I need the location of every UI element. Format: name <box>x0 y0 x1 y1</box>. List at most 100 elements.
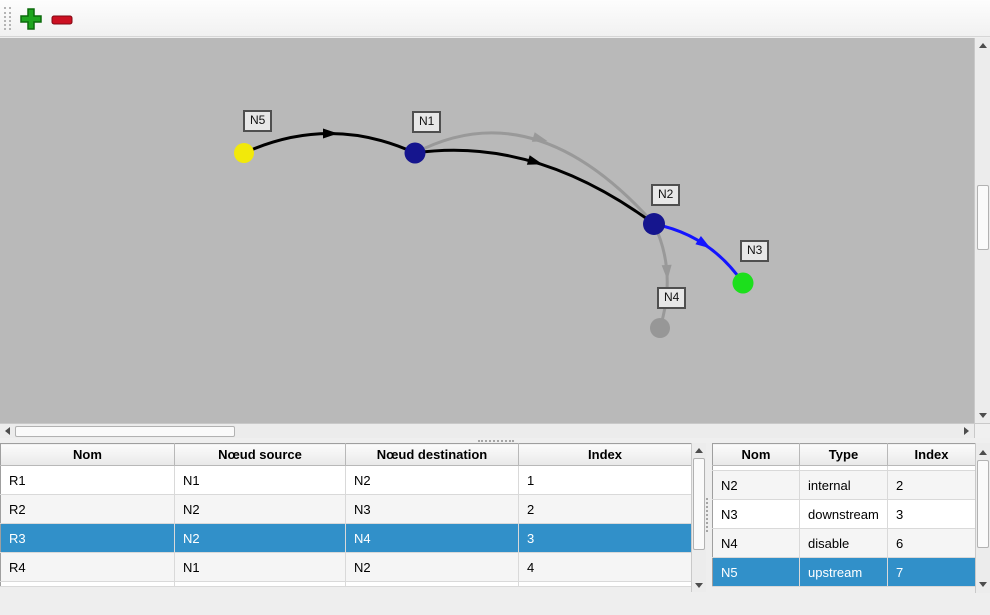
cell-type[interactable]: downstream <box>800 500 888 529</box>
table-row[interactable]: N2 internal 2 <box>713 471 976 500</box>
edges-table-header-row: Nom Nœud source Nœud destination Index <box>1 444 692 466</box>
cell-index[interactable]: 2 <box>888 471 976 500</box>
edge-n2-n4[interactable] <box>654 224 667 328</box>
nodes-table: Nom Type Index N2 internal 2 N3 downstre… <box>712 443 976 587</box>
vertical-scroll-thumb[interactable] <box>977 460 989 548</box>
cell-index[interactable]: 6 <box>888 529 976 558</box>
cell-destination[interactable]: N2 <box>346 466 519 495</box>
cell-index[interactable]: 2 <box>519 495 692 524</box>
column-header-destination[interactable]: Nœud destination <box>346 444 519 466</box>
edge-n1-n2-gray[interactable] <box>415 133 654 224</box>
cell-index[interactable]: 3 <box>888 500 976 529</box>
cell-nom[interactable]: N2 <box>713 471 800 500</box>
cell-type[interactable]: upstream <box>800 558 888 587</box>
cell-source[interactable]: N1 <box>175 466 346 495</box>
cell-nom[interactable]: R2 <box>1 495 175 524</box>
vertical-splitter-handle-icon[interactable] <box>706 498 708 532</box>
cell-source[interactable]: N1 <box>175 553 346 582</box>
column-header-source[interactable]: Nœud source <box>175 444 346 466</box>
triangle-right-icon <box>964 427 969 435</box>
graph-canvas[interactable]: N5 N1 N2 N3 N4 <box>0 38 974 423</box>
table-row-selected[interactable]: R3 N2 N4 3 <box>1 524 692 553</box>
column-header-index[interactable]: Index <box>888 444 976 466</box>
scrollbar-corner <box>974 423 990 438</box>
cell-nom[interactable]: N4 <box>713 529 800 558</box>
nodes-table-scrollbar[interactable] <box>975 443 990 593</box>
triangle-up-icon <box>695 448 703 453</box>
graph-svg <box>0 38 974 423</box>
node-label-n5[interactable]: N5 <box>243 110 272 132</box>
arrowhead-n2-n4-icon <box>662 265 673 281</box>
cell-index[interactable]: 7 <box>888 558 976 587</box>
scroll-up-button[interactable] <box>976 445 990 459</box>
cell-nom[interactable]: R4 <box>1 553 175 582</box>
canvas-vertical-scrollbar[interactable] <box>974 38 990 423</box>
table-row-selected[interactable]: N5 upstream 7 <box>713 558 976 587</box>
cell-nom[interactable]: R3 <box>1 524 175 553</box>
app-window: { "toolbar": { "buttons": [ { "name": "a… <box>0 0 990 615</box>
empty-row <box>1 582 692 587</box>
nodes-table-header-row: Nom Type Index <box>713 444 976 466</box>
edge-n5-n1[interactable] <box>244 134 415 154</box>
triangle-up-icon <box>979 450 987 455</box>
cell-destination[interactable]: N4 <box>346 524 519 553</box>
table-row[interactable]: N4 disable 6 <box>713 529 976 558</box>
column-header-index[interactable]: Index <box>519 444 692 466</box>
cell-nom[interactable]: N5 <box>713 558 800 587</box>
node-n1[interactable] <box>405 143 426 164</box>
triangle-down-icon <box>979 413 987 418</box>
node-n2[interactable] <box>643 213 665 235</box>
table-row[interactable]: N3 downstream 3 <box>713 500 976 529</box>
node-label-n3[interactable]: N3 <box>740 240 769 262</box>
remove-button[interactable] <box>48 5 75 32</box>
cell-destination[interactable]: N3 <box>346 495 519 524</box>
triangle-left-icon <box>5 427 10 435</box>
column-header-nom[interactable]: Nom <box>713 444 800 466</box>
plus-icon <box>18 6 44 32</box>
cell-nom[interactable]: R1 <box>1 466 175 495</box>
arrowhead-n5-n1-icon <box>323 129 338 139</box>
triangle-up-icon <box>979 43 987 48</box>
node-label-n2[interactable]: N2 <box>651 184 680 206</box>
triangle-down-icon <box>979 582 987 587</box>
arrowhead-n1-n2-black-icon <box>527 155 544 169</box>
table-row[interactable]: R2 N2 N3 2 <box>1 495 692 524</box>
cell-type[interactable]: internal <box>800 471 888 500</box>
scroll-down-button[interactable] <box>975 408 990 423</box>
minus-icon <box>49 6 75 32</box>
cell-nom[interactable]: N3 <box>713 500 800 529</box>
splitter-handle-icon <box>478 440 514 442</box>
cell-type[interactable]: disable <box>800 529 888 558</box>
cell-index[interactable]: 3 <box>519 524 692 553</box>
table-row[interactable]: R1 N1 N2 1 <box>1 466 692 495</box>
cell-destination[interactable]: N2 <box>346 553 519 582</box>
scroll-down-button[interactable] <box>692 578 706 592</box>
canvas-horizontal-scrollbar[interactable] <box>0 423 974 438</box>
node-n5[interactable] <box>234 143 254 163</box>
cell-index[interactable]: 1 <box>519 466 692 495</box>
triangle-down-icon <box>695 583 703 588</box>
column-header-type[interactable]: Type <box>800 444 888 466</box>
scroll-left-button[interactable] <box>0 424 15 438</box>
node-n4[interactable] <box>650 318 670 338</box>
toolbar-drag-handle[interactable] <box>4 7 11 30</box>
add-button[interactable] <box>17 5 44 32</box>
node-label-n1[interactable]: N1 <box>412 111 441 133</box>
cell-source[interactable]: N2 <box>175 495 346 524</box>
scroll-up-button[interactable] <box>975 38 990 53</box>
table-row[interactable]: R4 N1 N2 4 <box>1 553 692 582</box>
bottom-panel: Nom Nœud source Nœud destination Index R… <box>0 443 990 615</box>
column-header-nom[interactable]: Nom <box>1 444 175 466</box>
node-n3[interactable] <box>733 273 754 294</box>
toolbar <box>0 0 990 37</box>
vertical-scroll-thumb[interactable] <box>977 185 989 250</box>
cell-index[interactable]: 4 <box>519 553 692 582</box>
cell-source[interactable]: N2 <box>175 524 346 553</box>
edges-table-scrollbar[interactable] <box>691 443 706 592</box>
node-label-n4[interactable]: N4 <box>657 287 686 309</box>
scroll-right-button[interactable] <box>959 424 974 438</box>
horizontal-scroll-thumb[interactable] <box>15 426 235 437</box>
vertical-scroll-thumb[interactable] <box>693 458 705 550</box>
scroll-up-button[interactable] <box>692 443 706 457</box>
scroll-down-button[interactable] <box>976 577 990 591</box>
